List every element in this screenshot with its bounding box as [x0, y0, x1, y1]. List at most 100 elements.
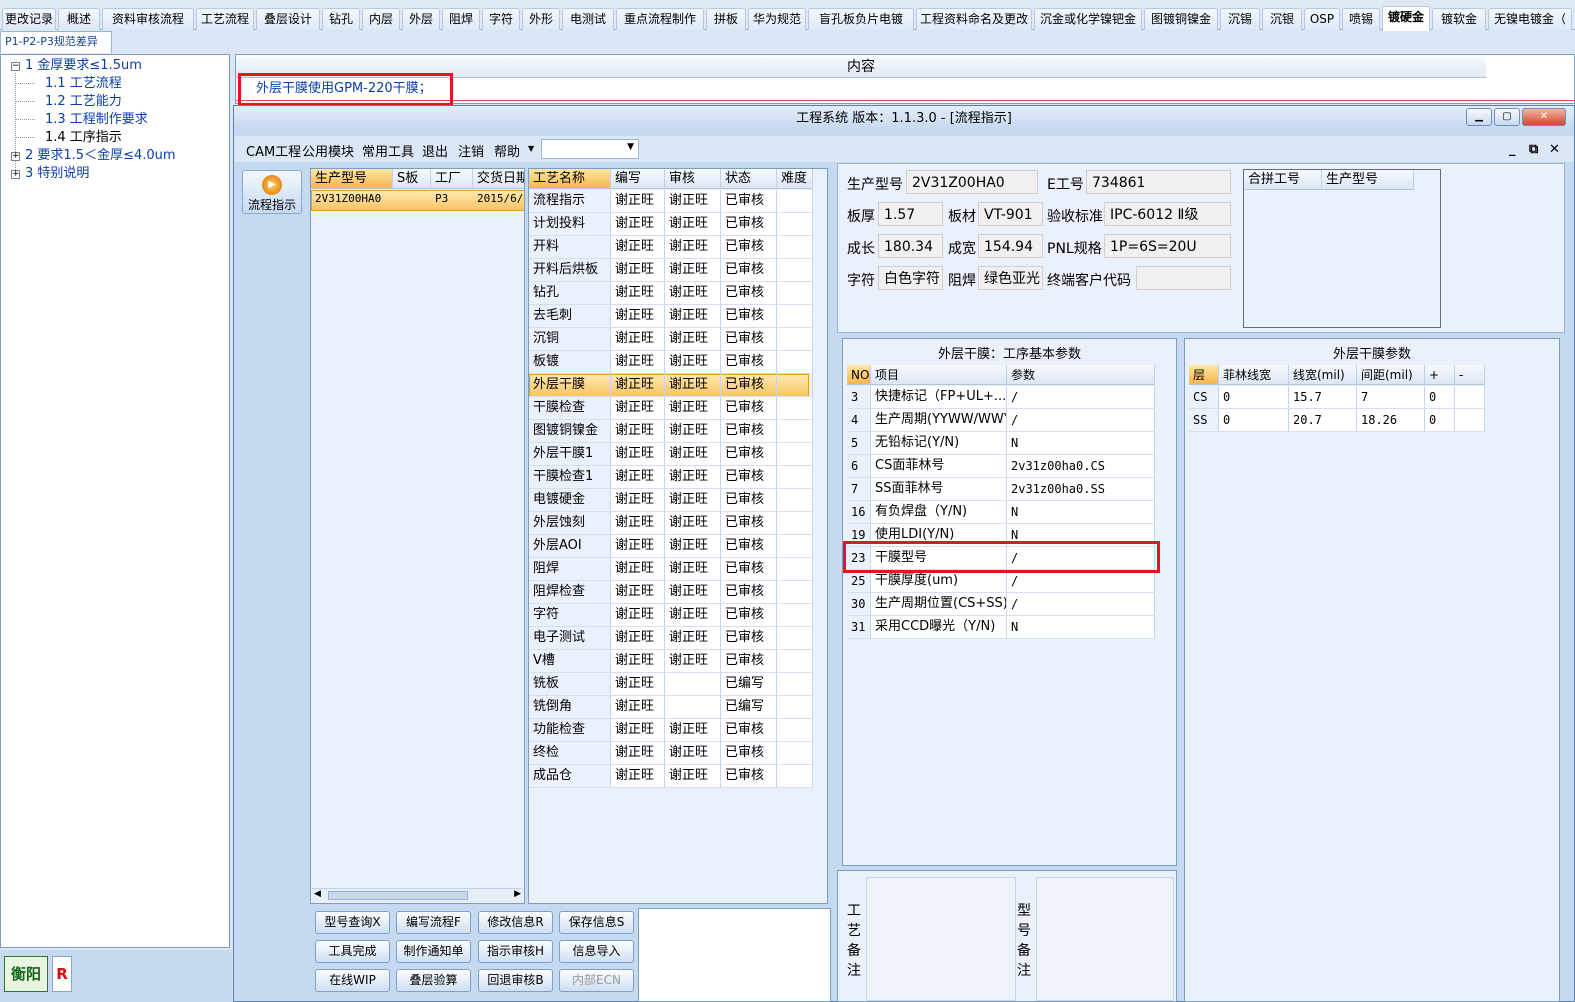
process-cell[interactable]: 流程指示 — [529, 190, 611, 213]
process-cell[interactable] — [777, 696, 813, 719]
process-cell[interactable]: 谢正旺 — [611, 420, 665, 443]
width-field[interactable]: 154.94 — [978, 234, 1043, 258]
process-cell[interactable]: 谢正旺 — [665, 489, 721, 512]
process-header[interactable]: 审核 — [665, 169, 721, 189]
process-header[interactable]: 工艺名称 — [529, 169, 611, 189]
process-cell[interactable]: 外层AOI — [529, 535, 611, 558]
tree-node[interactable]: 1 金厚要求≤1.5um — [25, 57, 142, 75]
params-cell[interactable]: / — [1007, 409, 1155, 432]
action-button[interactable]: 叠层验算 — [396, 969, 471, 992]
process-cell[interactable]: 已审核 — [721, 443, 777, 466]
scroll-left-icon[interactable]: ◀ — [314, 889, 321, 899]
film-header[interactable]: - — [1455, 365, 1485, 385]
process-cell[interactable]: 图镀铜镍金 — [529, 420, 611, 443]
process-cell[interactable]: 外层蚀刻 — [529, 512, 611, 535]
tree-node[interactable]: 1.4 工序指示 — [45, 129, 122, 147]
action-button[interactable]: 制作通知单 — [396, 940, 471, 963]
process-cell[interactable] — [777, 719, 813, 742]
process-header[interactable]: 状态 — [721, 169, 777, 189]
process-cell[interactable] — [777, 627, 813, 650]
tab-13[interactable]: 拼板 — [706, 8, 746, 30]
process-cell[interactable]: 铣倒角 — [529, 696, 611, 719]
tree-toggle-icon[interactable]: + — [11, 152, 20, 161]
process-cell[interactable]: 已审核 — [721, 213, 777, 236]
process-cell[interactable] — [777, 282, 813, 305]
pnl-field[interactable]: 1P=6S=20U — [1104, 234, 1231, 258]
tab-12[interactable]: 重点流程制作 — [616, 8, 704, 30]
film-cell[interactable]: 0 — [1425, 386, 1455, 409]
process-cell[interactable]: 已审核 — [721, 374, 777, 397]
eno-field[interactable]: 734861 — [1086, 170, 1231, 194]
process-cell[interactable] — [777, 742, 813, 765]
process-cell[interactable]: 已审核 — [721, 742, 777, 765]
process-cell[interactable] — [665, 696, 721, 719]
tree-node[interactable]: 3 特别说明 — [25, 165, 89, 183]
menu-item[interactable]: 公用模块 — [302, 141, 354, 160]
customer-field[interactable] — [1136, 266, 1231, 290]
process-cell[interactable]: 谢正旺 — [665, 558, 721, 581]
menu-item[interactable]: 注销 — [458, 141, 484, 160]
action-button[interactable]: 编写流程F — [396, 911, 471, 934]
tree-toggle-icon[interactable]: − — [11, 62, 20, 71]
process-cell[interactable] — [777, 512, 813, 535]
process-cell[interactable]: 谢正旺 — [665, 282, 721, 305]
close-button[interactable]: ✕ — [1522, 108, 1566, 126]
tab-18[interactable]: 图镀铜镍金 — [1144, 8, 1218, 30]
tab-21[interactable]: OSP — [1304, 8, 1340, 30]
material-field[interactable]: VT-901 — [978, 202, 1043, 226]
params-header[interactable]: 项目 — [871, 365, 1007, 385]
params-cell[interactable]: N — [1007, 432, 1155, 455]
process-cell[interactable]: 谢正旺 — [611, 328, 665, 351]
process-cell[interactable]: 功能检查 — [529, 719, 611, 742]
mdi-close-button[interactable]: ✕ — [1549, 142, 1560, 157]
params-cell[interactable]: N — [1007, 616, 1155, 639]
process-cell[interactable]: 谢正旺 — [611, 765, 665, 788]
tab-5[interactable]: 钻孔 — [322, 8, 360, 30]
process-cell[interactable] — [777, 581, 813, 604]
process-cell[interactable]: 已审核 — [721, 397, 777, 420]
process-cell[interactable] — [777, 466, 813, 489]
process-cell[interactable]: 阻焊 — [529, 558, 611, 581]
process-cell[interactable]: 谢正旺 — [611, 190, 665, 213]
process-cell[interactable]: 已审核 — [721, 236, 777, 259]
process-cell[interactable]: 干膜检查1 — [529, 466, 611, 489]
process-cell[interactable]: 已审核 — [721, 581, 777, 604]
process-cell[interactable] — [777, 673, 813, 696]
tab-16[interactable]: 工程资料命名及更改 — [916, 8, 1032, 30]
process-cell[interactable]: 谢正旺 — [665, 719, 721, 742]
tab-6[interactable]: 内层 — [362, 8, 400, 30]
tree-node[interactable]: 1.2 工艺能力 — [45, 93, 122, 111]
process-cell[interactable]: 谢正旺 — [611, 374, 665, 397]
process-cell[interactable]: 已审核 — [721, 535, 777, 558]
standard-field[interactable]: IPC-6012 Ⅱ级 — [1104, 202, 1231, 226]
process-cell[interactable]: 谢正旺 — [665, 535, 721, 558]
length-field[interactable]: 180.34 — [878, 234, 943, 258]
film-cell[interactable]: 0 — [1425, 409, 1455, 432]
film-cell[interactable]: 0 — [1219, 386, 1289, 409]
film-header[interactable]: 间距(mil) — [1357, 365, 1425, 385]
menu-item[interactable]: 帮助 — [494, 141, 520, 160]
process-cell[interactable] — [777, 558, 813, 581]
process-cell[interactable]: 字符 — [529, 604, 611, 627]
process-cell[interactable]: 谢正旺 — [665, 650, 721, 673]
tab-14[interactable]: 华为规范 — [748, 8, 806, 30]
film-header[interactable]: 层 — [1189, 365, 1219, 385]
process-cell[interactable]: 外层干膜 — [529, 374, 611, 397]
film-header[interactable]: 线宽(mil) — [1289, 365, 1357, 385]
process-cell[interactable]: 谢正旺 — [611, 443, 665, 466]
action-button[interactable]: 回退审核B — [478, 969, 553, 992]
process-cell[interactable]: 已审核 — [721, 650, 777, 673]
process-cell[interactable]: 谢正旺 — [611, 305, 665, 328]
process-cell[interactable]: 谢正旺 — [611, 512, 665, 535]
process-cell[interactable]: 谢正旺 — [611, 259, 665, 282]
process-cell[interactable]: 谢正旺 — [611, 397, 665, 420]
process-cell[interactable]: 已编写 — [721, 696, 777, 719]
process-remark-field[interactable] — [866, 877, 1016, 1001]
process-cell[interactable]: 谢正旺 — [611, 604, 665, 627]
process-cell[interactable]: 谢正旺 — [665, 765, 721, 788]
process-cell[interactable] — [777, 765, 813, 788]
tab-24[interactable]: 镀软金 — [1432, 8, 1486, 30]
tab-25[interactable]: 无镍电镀金（ — [1488, 8, 1572, 30]
process-cell[interactable]: 干膜检查 — [529, 397, 611, 420]
process-cell[interactable]: 已审核 — [721, 512, 777, 535]
